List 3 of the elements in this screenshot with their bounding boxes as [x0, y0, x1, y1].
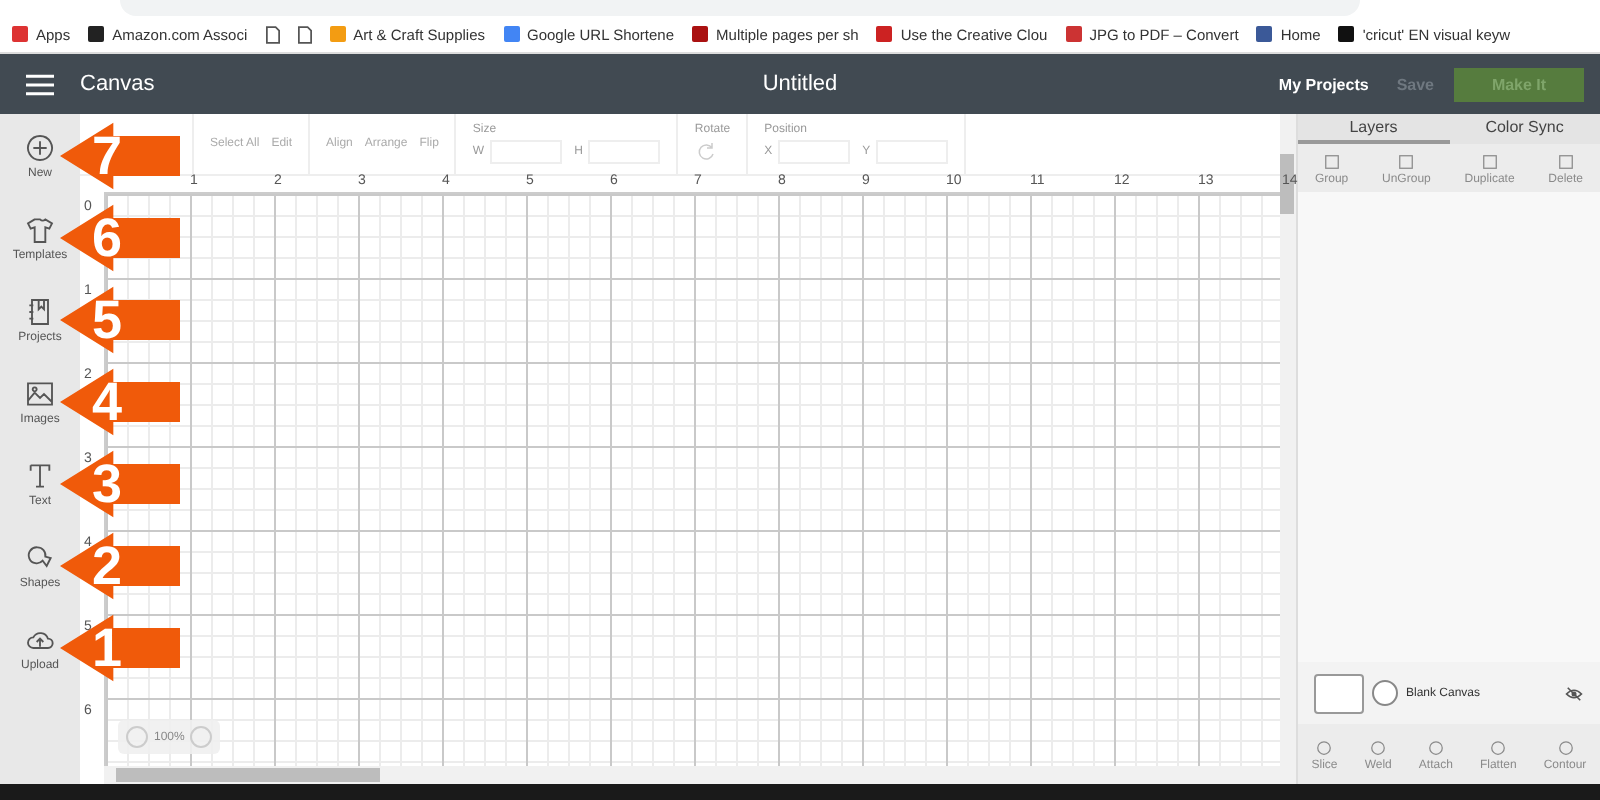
- callout-number: 7: [92, 124, 123, 188]
- project-title: Untitled: [762, 72, 838, 96]
- app-section-title: Canvas: [80, 72, 155, 96]
